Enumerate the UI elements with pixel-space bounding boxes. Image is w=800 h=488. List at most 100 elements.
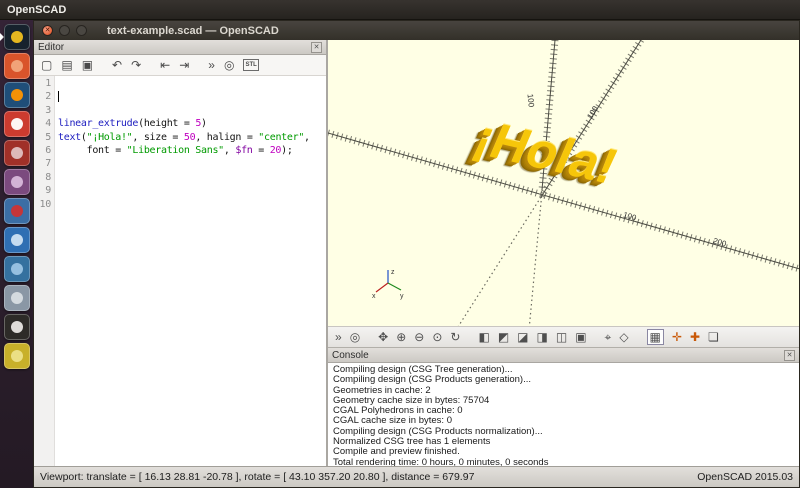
unity-launcher bbox=[0, 20, 33, 488]
code-token: linear_extrude bbox=[58, 118, 138, 129]
launcher-item-openscad[interactable] bbox=[4, 24, 30, 50]
view-center-icon[interactable]: ⌖ bbox=[605, 331, 612, 343]
console-panel-header[interactable]: Console ✕ bbox=[328, 348, 799, 363]
firefox-icon bbox=[11, 89, 23, 101]
desktop-top-bar: OpenSCAD bbox=[0, 0, 800, 20]
minimize-button[interactable] bbox=[59, 25, 70, 36]
show-scale-markers-icon[interactable]: ✛ bbox=[672, 331, 682, 343]
app-menu-title[interactable]: OpenSCAD bbox=[7, 4, 66, 16]
code-line: font = "Liberation Sans", $fn = 20); bbox=[58, 144, 326, 157]
line-number: 4 bbox=[34, 117, 51, 130]
game-icon bbox=[11, 350, 23, 362]
editor-panel: Editor ✕ ▢ ▤ ▣ ↶ ↷ ⇤ ⇥ » ◎ STL bbox=[34, 40, 328, 466]
view-bounding-box-icon[interactable]: ❏ bbox=[708, 331, 719, 343]
code-line bbox=[58, 198, 326, 211]
launcher-item-files[interactable] bbox=[4, 53, 30, 79]
code-token: , bbox=[224, 145, 235, 156]
launcher-item-firefox[interactable] bbox=[4, 82, 30, 108]
console-close-icon[interactable]: ✕ bbox=[784, 350, 795, 361]
code-line: text("¡Hola!", size = 50, halign = "cent… bbox=[58, 131, 326, 144]
editor-close-icon[interactable]: ✕ bbox=[311, 42, 322, 53]
code-token: 20 bbox=[270, 145, 281, 156]
launcher-item-software-center[interactable] bbox=[4, 285, 30, 311]
status-bar: Viewport: translate = [ 16.13 28.81 -20.… bbox=[34, 466, 799, 487]
code-token: = bbox=[253, 145, 270, 156]
unindent-button[interactable]: ⇤ bbox=[160, 59, 170, 71]
open-button[interactable]: ▤ bbox=[61, 59, 72, 71]
code-line bbox=[58, 104, 326, 117]
close-button[interactable]: ✕ bbox=[42, 25, 53, 36]
media-player-icon bbox=[11, 176, 23, 188]
view-back-icon[interactable]: ▣ bbox=[575, 331, 586, 343]
code-token: , size = bbox=[132, 132, 184, 143]
console-log[interactable]: Compiling design (CSG Tree generation)..… bbox=[328, 363, 799, 466]
launcher-item-app-blue-c[interactable] bbox=[4, 227, 30, 253]
view-top-icon[interactable]: ◩ bbox=[498, 331, 509, 343]
view-all-icon[interactable]: ✥ bbox=[378, 331, 388, 343]
app-blue-c-icon bbox=[11, 234, 23, 246]
code-token: , bbox=[304, 132, 310, 143]
indent-button[interactable]: ⇥ bbox=[179, 59, 189, 71]
export-stl-button[interactable]: STL bbox=[243, 59, 258, 71]
editor-toolbar: ▢ ▤ ▣ ↶ ↷ ⇤ ⇥ » ◎ STL bbox=[34, 55, 326, 76]
editor-panel-header[interactable]: Editor ✕ bbox=[34, 40, 326, 55]
redo-button[interactable]: ↷ bbox=[131, 59, 141, 71]
show-axes-icon[interactable]: ✚ bbox=[690, 331, 700, 343]
launcher-item-system-settings[interactable] bbox=[4, 198, 30, 224]
launcher-item-browser[interactable] bbox=[4, 256, 30, 282]
code-editor[interactable]: 1 2 3 4 5 6 7 8 9 10 bbox=[34, 76, 326, 466]
line-number: 3 bbox=[34, 104, 51, 117]
console-panel: Console ✕ Compiling design (CSG Tree gen… bbox=[328, 348, 799, 466]
line-number: 10 bbox=[34, 198, 51, 211]
launcher-item-terminal[interactable] bbox=[4, 314, 30, 340]
perspective-icon[interactable]: ◇ bbox=[619, 331, 628, 343]
axis-z-label: z bbox=[391, 269, 395, 276]
view-right-icon[interactable]: ◧ bbox=[478, 331, 489, 343]
view-front-icon[interactable]: ◫ bbox=[556, 331, 567, 343]
view-bottom-icon[interactable]: ◪ bbox=[517, 331, 528, 343]
code-line bbox=[58, 184, 326, 197]
preview-icon[interactable]: » bbox=[335, 331, 342, 343]
orthogonal-icon[interactable]: ▦ bbox=[647, 329, 664, 345]
zoom-reset-icon[interactable]: ⊙ bbox=[432, 331, 442, 343]
code-token: "¡Hola!" bbox=[87, 132, 133, 143]
code-line bbox=[58, 171, 326, 184]
undo-button[interactable]: ↶ bbox=[112, 59, 122, 71]
launcher-item-app-red[interactable] bbox=[4, 140, 30, 166]
libreoffice-icon bbox=[11, 118, 23, 130]
new-file-button[interactable]: ▢ bbox=[41, 59, 52, 71]
preview-button[interactable]: » bbox=[208, 59, 215, 71]
launcher-item-media-player[interactable] bbox=[4, 169, 30, 195]
console-line: Total rendering time: 0 hours, 0 minutes… bbox=[333, 458, 799, 466]
code-token: font = bbox=[58, 145, 127, 156]
reset-view-icon[interactable]: ↻ bbox=[450, 331, 460, 343]
code-area[interactable]: linear_extrude(height = 5) text("¡Hola!"… bbox=[55, 76, 326, 466]
files-icon bbox=[11, 60, 23, 72]
axis-y-label: y bbox=[400, 293, 404, 300]
code-token: 50 bbox=[184, 132, 195, 143]
render-button[interactable]: ◎ bbox=[224, 59, 234, 71]
viewport-3d[interactable]: 100 200 100 100 ¡Hola! z x y bbox=[328, 40, 799, 326]
launcher-item-game[interactable] bbox=[4, 343, 30, 369]
code-line bbox=[58, 77, 326, 90]
save-button[interactable]: ▣ bbox=[82, 59, 93, 71]
axis-tick-label: 100 bbox=[526, 93, 536, 107]
viewport-status-text: Viewport: translate = [ 16.13 28.81 -20.… bbox=[40, 471, 474, 483]
maximize-button[interactable] bbox=[76, 25, 87, 36]
window-title-bar[interactable]: ✕ text-example.scad — OpenSCAD bbox=[34, 21, 799, 40]
viewport-toolbar: » ◎ ✥ ⊕ ⊖ ⊙ ↻ ◧ ◩ ◪ ◨ ◫ ▣ ⌖ ◇ ▦ ✛ bbox=[328, 326, 799, 348]
window-main: Editor ✕ ▢ ▤ ▣ ↶ ↷ ⇤ ⇥ » ◎ STL bbox=[34, 40, 799, 466]
version-text: OpenSCAD 2015.03 bbox=[697, 471, 793, 483]
zoom-in-icon[interactable]: ⊕ bbox=[396, 331, 406, 343]
code-token: ); bbox=[281, 145, 292, 156]
view-left-icon[interactable]: ◨ bbox=[537, 331, 548, 343]
render-icon[interactable]: ◎ bbox=[350, 331, 360, 343]
browser-icon bbox=[11, 263, 23, 275]
zoom-out-icon[interactable]: ⊖ bbox=[414, 331, 424, 343]
line-number: 6 bbox=[34, 144, 51, 157]
launcher-item-libreoffice[interactable] bbox=[4, 111, 30, 137]
line-number: 5 bbox=[34, 131, 51, 144]
line-number-gutter: 1 2 3 4 5 6 7 8 9 10 bbox=[34, 76, 55, 466]
console-panel-title: Console bbox=[332, 350, 784, 361]
axis-indicator: z x y bbox=[370, 266, 406, 302]
